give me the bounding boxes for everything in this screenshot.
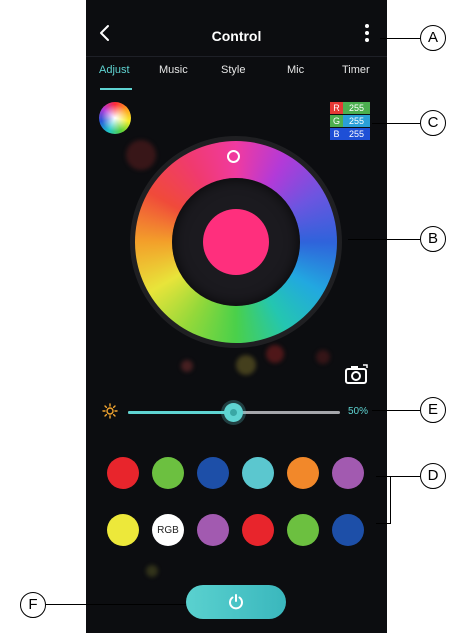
callout-a: A — [420, 25, 446, 51]
callout-line-b — [348, 239, 420, 240]
hue-handle[interactable] — [227, 150, 240, 163]
tab-music[interactable]: Music — [159, 64, 188, 76]
header-divider — [86, 56, 387, 57]
wheel-center — [172, 178, 300, 306]
green-channel-label: G — [330, 115, 343, 127]
tab-timer[interactable]: Timer — [342, 64, 370, 76]
tab-adjust[interactable]: Adjust — [99, 64, 130, 76]
color-wheel[interactable] — [130, 136, 342, 348]
bokeh-light — [316, 350, 330, 364]
callout-e: E — [420, 397, 446, 423]
callout-line-d — [390, 476, 420, 477]
power-icon — [229, 594, 243, 610]
preset-color-swatch[interactable] — [107, 514, 139, 546]
bokeh-light — [236, 355, 256, 375]
hue-ring[interactable] — [135, 141, 337, 343]
preset-color-swatch[interactable] — [197, 457, 229, 489]
callout-line-a — [380, 38, 420, 39]
brightness-icon — [102, 403, 118, 419]
callout-b: B — [420, 226, 446, 252]
brightness-slider-thumb[interactable] — [224, 403, 243, 422]
callout-line-d-top — [376, 476, 390, 477]
preset-color-swatch[interactable] — [152, 457, 184, 489]
page-title: Control — [211, 28, 262, 44]
tab-style[interactable]: Style — [221, 64, 245, 76]
active-tab-indicator — [100, 88, 132, 90]
preset-color-swatch[interactable]: RGB — [152, 514, 184, 546]
callout-d: D — [420, 463, 446, 489]
preset-color-swatch[interactable] — [242, 457, 274, 489]
preset-color-swatch[interactable] — [107, 457, 139, 489]
callout-line-f — [46, 604, 186, 605]
bokeh-light — [181, 360, 193, 372]
top-bar: Control — [86, 0, 387, 56]
callout-c: C — [420, 110, 446, 136]
preset-color-swatch[interactable] — [287, 457, 319, 489]
rgb-green-row: G 255 — [330, 115, 370, 127]
callout-f: F — [20, 592, 46, 618]
preset-color-swatch[interactable] — [332, 457, 364, 489]
red-channel-label: R — [330, 102, 343, 114]
brightness-percent: 50% — [348, 406, 369, 417]
callout-line-e — [372, 410, 420, 411]
preset-color-swatch[interactable] — [242, 514, 274, 546]
color-palette-icon[interactable] — [99, 102, 131, 134]
preset-color-swatch[interactable] — [332, 514, 364, 546]
rgb-cycle-label: RGB — [157, 524, 179, 536]
callout-bracket-d — [390, 476, 391, 524]
blue-channel-value: 255 — [343, 128, 370, 140]
power-button[interactable] — [186, 585, 286, 619]
bokeh-light — [146, 565, 158, 577]
brightness-slider-fill — [128, 411, 234, 414]
bokeh-light — [266, 345, 284, 363]
bokeh-light — [126, 140, 156, 170]
preset-color-swatch[interactable] — [197, 514, 229, 546]
current-color-preview — [203, 209, 269, 275]
red-channel-value: 255 — [343, 102, 370, 114]
camera-icon[interactable] — [344, 363, 370, 385]
rgb-value-badge[interactable]: R 255 G 255 B 255 — [330, 102, 370, 140]
callout-line-d-bottom — [376, 523, 390, 524]
green-channel-value: 255 — [343, 115, 370, 127]
blue-channel-label: B — [330, 128, 343, 140]
phone-screen: Control Adjust Music Style Mic Timer R 2… — [86, 0, 387, 633]
mode-tabs: Adjust Music Style Mic Timer — [86, 64, 387, 88]
tab-mic[interactable]: Mic — [287, 64, 304, 76]
preset-color-swatch[interactable] — [287, 514, 319, 546]
brightness-slider[interactable] — [128, 403, 340, 422]
callout-line-c — [372, 123, 420, 124]
rgb-red-row: R 255 — [330, 102, 370, 114]
more-options-icon[interactable] — [363, 24, 371, 46]
rgb-blue-row: B 255 — [330, 128, 370, 140]
